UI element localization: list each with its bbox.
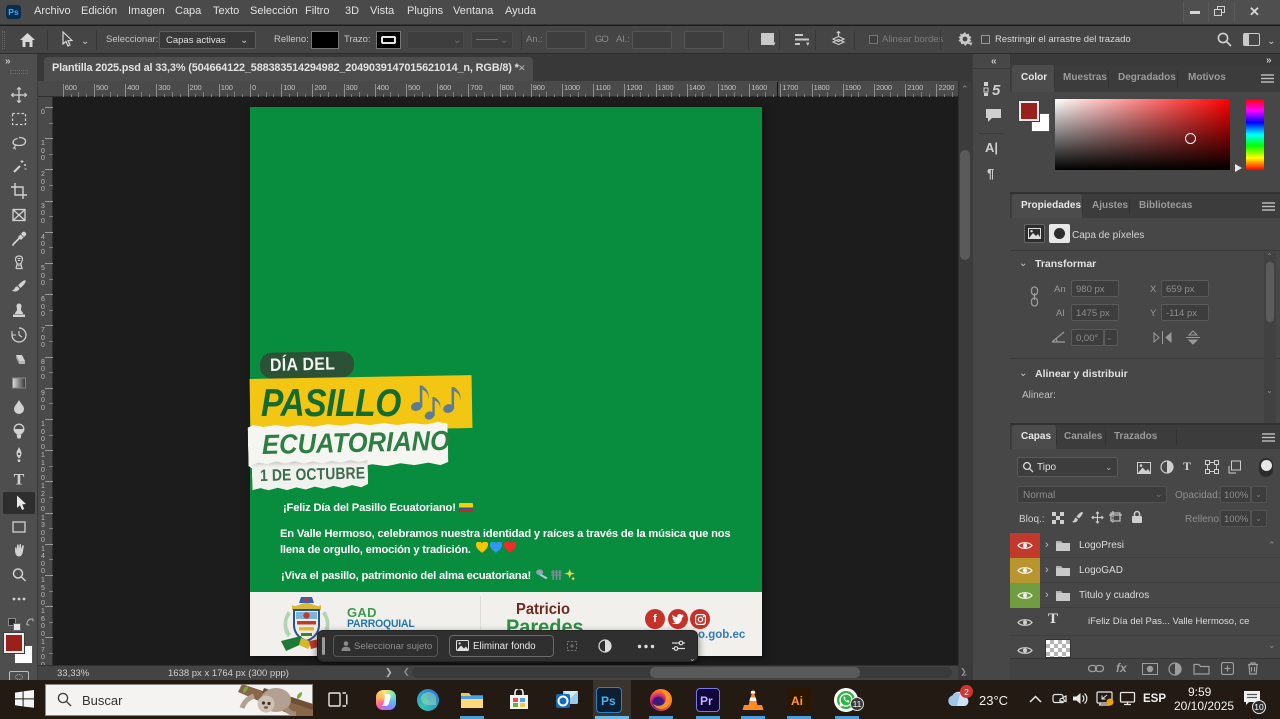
svg-text:5: 5 bbox=[992, 82, 1001, 98]
svg-text:T: T bbox=[14, 472, 25, 489]
